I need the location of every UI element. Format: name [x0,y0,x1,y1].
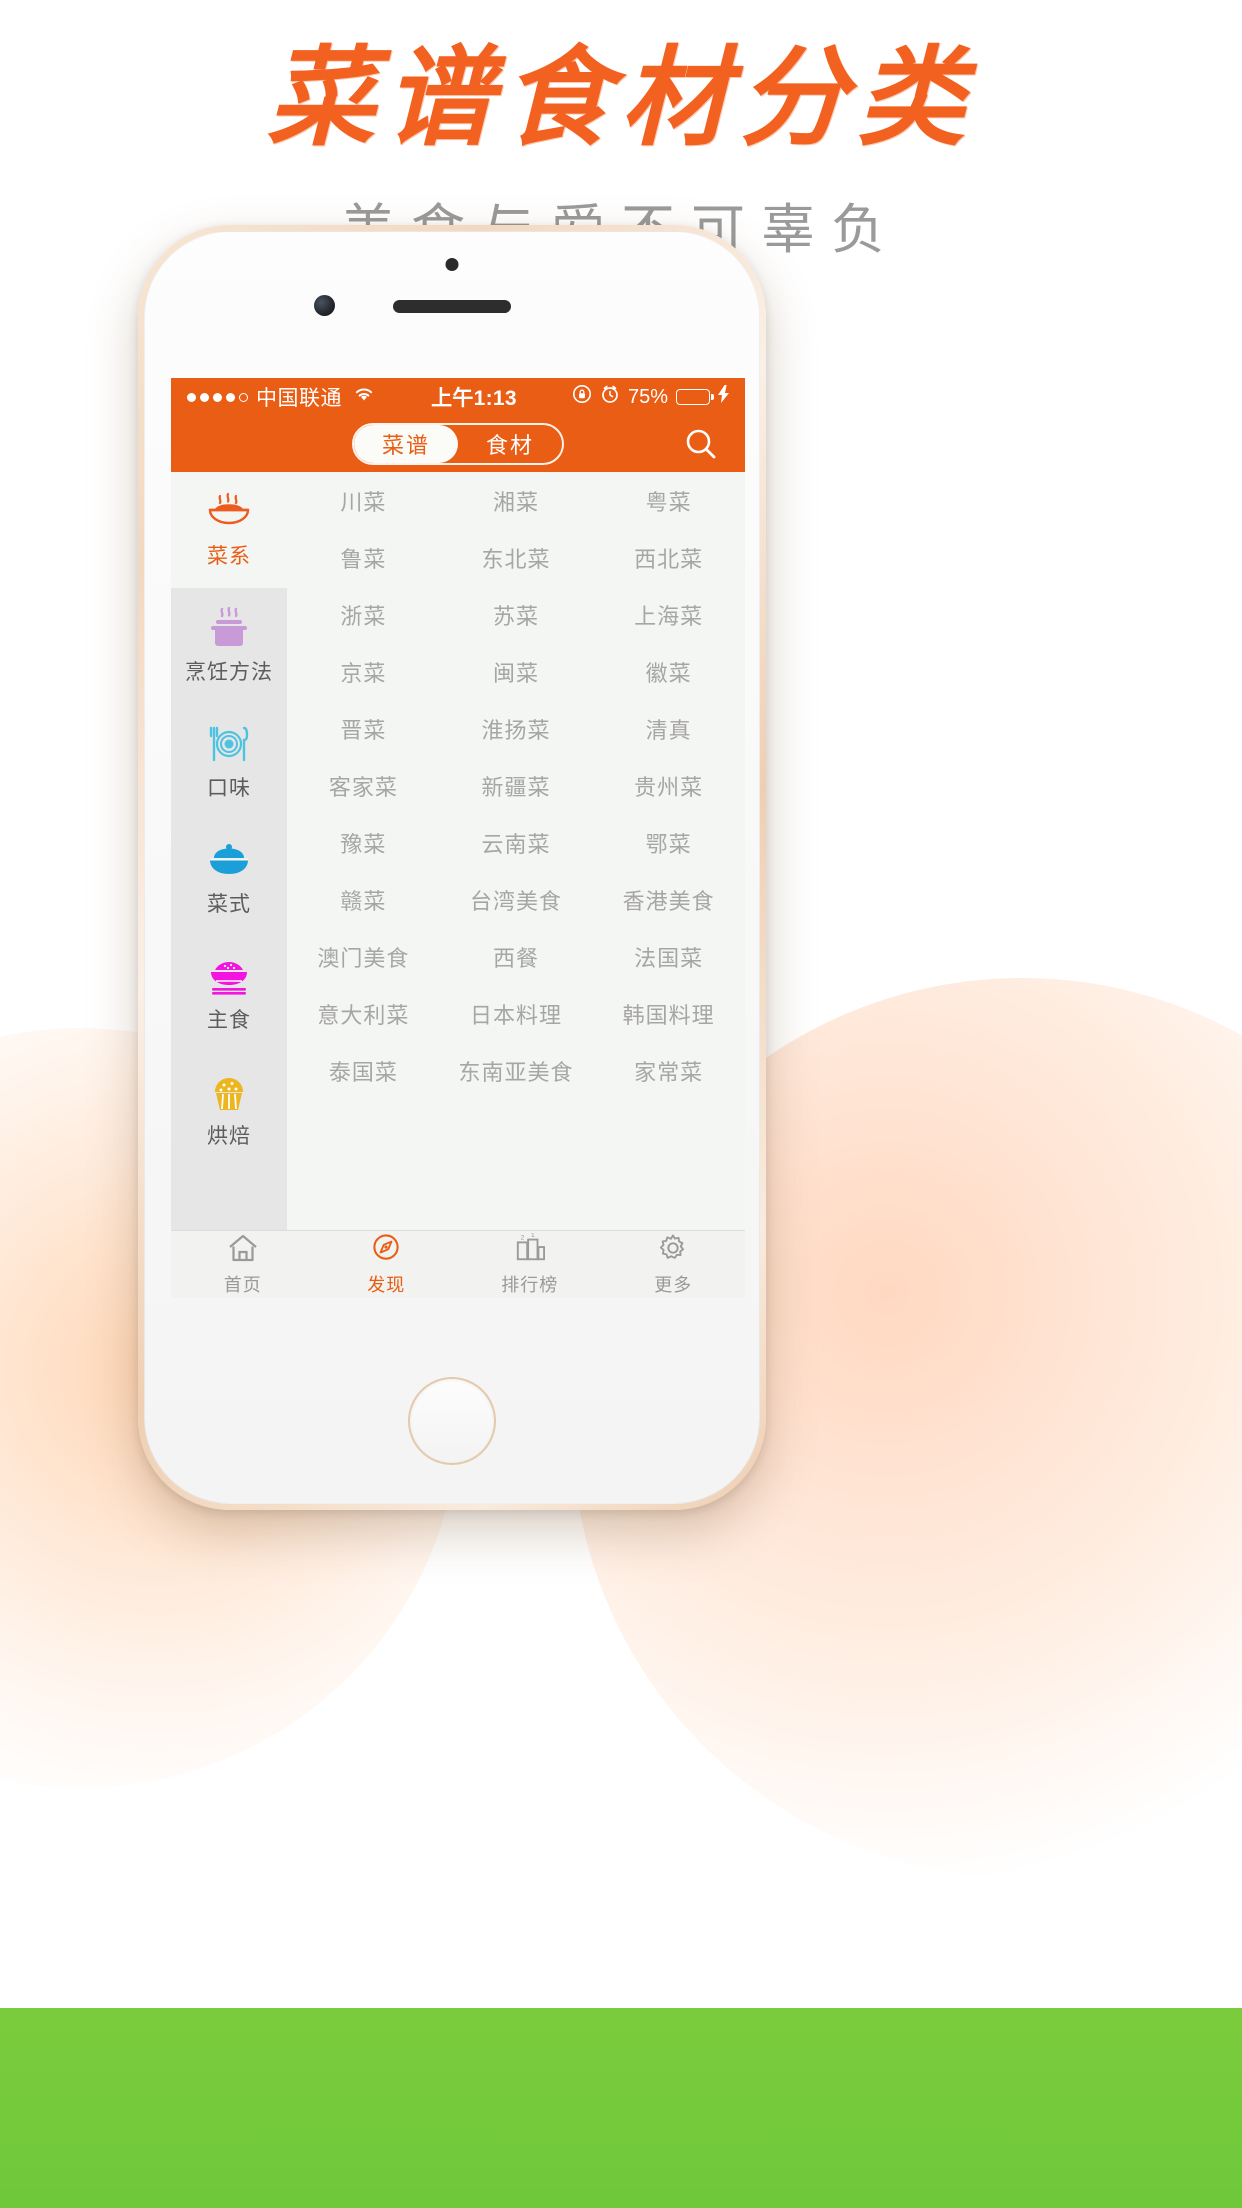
grid-item[interactable]: 新疆菜 [440,757,593,814]
wifi-icon [352,385,376,409]
grid-item[interactable]: 粤菜 [592,472,745,529]
grid-item[interactable]: 法国菜 [592,928,745,985]
sidebar-item-label: 口味 [207,777,251,800]
sidebar-item-label: 主食 [207,1009,251,1032]
svg-text:1: 1 [531,1233,535,1239]
mute-switch[interactable] [144,594,145,636]
tab-label: 更多 [654,1274,693,1295]
covered-pot-icon [206,838,252,882]
compass-icon [370,1233,402,1268]
bar-chart-icon: 2 1 [513,1232,547,1268]
grid-item[interactable]: 意大利菜 [287,985,440,1042]
grid-item[interactable]: 淮扬菜 [440,700,593,757]
app-nav-bar: 菜谱 食材 [171,416,745,472]
sidebar-item-label: 菜系 [207,545,251,568]
front-camera-icon [314,295,335,316]
grid-item[interactable]: 贵州菜 [592,757,745,814]
earpiece-speaker [393,300,511,313]
sidebar-item-pengrenfangfa[interactable]: 烹饪方法 [171,588,287,704]
tab-home[interactable]: 首页 [171,1233,315,1297]
tab-more[interactable]: 更多 [602,1233,746,1297]
grid-item[interactable]: 东北菜 [440,529,593,586]
alarm-clock-icon [600,384,620,410]
grid-item[interactable]: 浙菜 [287,586,440,643]
promo-title: 菜谱食材分类 [266,35,975,161]
phone-screen: 中国联通 上午1:13 75% 菜谱 食材 菜系 烹饪方法 口味 菜式 主食 烘… [171,378,745,1298]
search-icon[interactable] [683,426,719,462]
gear-icon [657,1233,689,1268]
phone-mockup: 中国联通 上午1:13 75% 菜谱 食材 菜系 烹饪方法 口味 菜式 主食 烘… [138,225,766,1510]
steaming-pot-icon [206,606,252,650]
sidebar-item-label: 菜式 [207,893,251,916]
cuisine-grid[interactable]: 川菜 湘菜 粤菜 鲁菜 东北菜 西北菜 浙菜 苏菜 上海菜 京菜 闽菜 徽菜 晋… [287,472,745,1230]
grid-item[interactable]: 上海菜 [592,586,745,643]
grid-item[interactable]: 香港美食 [592,871,745,928]
signal-strength-icon [187,392,248,402]
grid-item[interactable]: 鄂菜 [592,814,745,871]
steaming-bowl-icon [206,490,252,534]
segmented-control[interactable]: 菜谱 食材 [352,423,564,465]
grid-item[interactable]: 云南菜 [440,814,593,871]
grid-item[interactable]: 东南亚美食 [440,1042,593,1099]
sidebar-item-caixi[interactable]: 菜系 [171,472,287,588]
volume-up-button[interactable] [144,672,145,744]
svg-text:2: 2 [520,1234,524,1241]
cupcake-icon [206,1070,252,1114]
grid-item[interactable]: 苏菜 [440,586,593,643]
grid-item[interactable]: 泰国菜 [287,1042,440,1099]
segment-ingredients[interactable]: 食材 [458,425,562,463]
rice-bowl-icon [206,954,252,998]
sidebar-item-label: 烹饪方法 [185,661,273,684]
grid-item[interactable]: 闽菜 [440,643,593,700]
sidebar-item-caishi[interactable]: 菜式 [171,820,287,936]
rear-sensor-dot [445,258,459,271]
status-bar-clock: 上午1:13 [431,387,517,410]
phone-bezel: 中国联通 上午1:13 75% 菜谱 食材 菜系 烹饪方法 口味 菜式 主食 烘… [144,231,760,1504]
carrier-label: 中国联通 [256,387,342,410]
power-button[interactable] [759,612,760,708]
home-icon [227,1233,259,1268]
volume-down-button[interactable] [144,766,145,838]
status-bar: 中国联通 上午1:13 75% [171,378,745,416]
sidebar-item-hongbei[interactable]: 烘焙 [171,1052,287,1168]
battery-percent-label: 75% [627,385,668,408]
grid-item[interactable]: 赣菜 [287,871,440,928]
grid-item[interactable]: 韩国料理 [592,985,745,1042]
tab-label: 首页 [223,1274,262,1295]
grid-item[interactable]: 西北菜 [592,529,745,586]
rotation-lock-icon [572,384,592,410]
lightning-bolt-icon [718,385,729,409]
category-sidebar[interactable]: 菜系 烹饪方法 口味 菜式 主食 烘焙 [171,472,287,1230]
status-bar-right: 75% [572,384,729,410]
grid-item[interactable]: 家常菜 [592,1042,745,1099]
cutlery-plate-icon [206,722,252,766]
category-content: 菜系 烹饪方法 口味 菜式 主食 烘焙 川菜 湘菜 粤菜 鲁菜 东北菜 西北菜 … [171,472,745,1230]
grid-item[interactable]: 清真 [592,700,745,757]
phone-sensors [145,232,759,350]
grid-item[interactable]: 川菜 [287,472,440,529]
tab-label: 发现 [367,1274,406,1295]
grid-item[interactable]: 日本料理 [440,985,593,1042]
grid-item[interactable]: 湘菜 [440,472,593,529]
tab-discover[interactable]: 发现 [315,1233,459,1297]
grid-item[interactable]: 京菜 [287,643,440,700]
grid-item[interactable]: 澳门美食 [287,928,440,985]
bottom-tab-bar: 首页 发现 2 1 排行榜 更多 [171,1230,745,1298]
grid-item[interactable]: 客家菜 [287,757,440,814]
home-button[interactable] [408,1377,496,1465]
sidebar-item-kouwei[interactable]: 口味 [171,704,287,820]
battery-icon [676,389,714,405]
grid-item[interactable]: 徽菜 [592,643,745,700]
grid-item[interactable]: 西餐 [440,928,593,985]
sidebar-item-zhushi[interactable]: 主食 [171,936,287,1052]
grid-item[interactable]: 晋菜 [287,700,440,757]
tab-ranking[interactable]: 2 1 排行榜 [458,1232,602,1297]
status-bar-left: 中国联通 [187,382,376,412]
tab-label: 排行榜 [501,1274,559,1295]
grid-item[interactable]: 豫菜 [287,814,440,871]
segment-recipes[interactable]: 菜谱 [354,425,458,463]
sidebar-item-label: 烘焙 [207,1125,251,1148]
grid-item[interactable]: 鲁菜 [287,529,440,586]
grid-item[interactable]: 台湾美食 [440,871,593,928]
